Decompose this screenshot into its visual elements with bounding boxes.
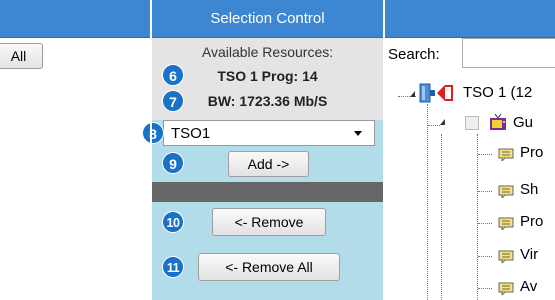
tree-checkbox[interactable] — [465, 116, 479, 130]
tree-connector — [478, 256, 492, 257]
tree-connector — [441, 134, 442, 300]
tree-item-label[interactable]: Vir — [520, 246, 538, 263]
tree-item-label[interactable]: Pro — [520, 213, 543, 230]
tree-group-label[interactable]: Gu — [513, 114, 533, 131]
program-icon — [498, 217, 514, 230]
tree-item-label[interactable]: Sh — [520, 181, 538, 198]
program-icon — [498, 250, 514, 263]
tree-item-label[interactable]: Av — [520, 278, 537, 295]
program-icon — [498, 282, 514, 295]
column-separator — [383, 0, 385, 300]
tree-connector — [478, 154, 492, 155]
tso-prog-count: TSO 1 Prog: 14 — [217, 68, 318, 84]
badge-7: 7 — [162, 90, 184, 112]
tree-connector — [428, 125, 440, 126]
tree-root-label[interactable]: TSO 1 (12 — [463, 84, 532, 101]
tv-folder-icon — [490, 113, 506, 130]
header-right — [385, 0, 555, 38]
available-resources-label: Available Resources: — [201, 44, 334, 60]
remove-button[interactable]: <- Remove — [212, 208, 326, 236]
tso-select-value: TSO1 — [171, 125, 211, 142]
bandwidth-value: BW: 1723.36 Mb/S — [207, 93, 328, 109]
tso-select[interactable]: TSO1 — [163, 120, 375, 146]
badge-9: 9 — [162, 152, 184, 174]
tree-connector — [478, 288, 492, 289]
program-icon — [498, 185, 514, 198]
select-all-button[interactable]: All — [0, 43, 43, 69]
tree-connector — [478, 223, 492, 224]
tree-item-label[interactable]: Pro — [520, 144, 543, 161]
program-icon — [498, 148, 514, 161]
badge-10: 10 — [162, 211, 184, 233]
chevron-down-icon — [354, 131, 362, 136]
search-label: Search: — [388, 46, 440, 63]
search-input[interactable] — [462, 38, 555, 68]
badge-11: 11 — [162, 256, 184, 278]
badge-6: 6 — [162, 64, 184, 86]
add-button[interactable]: Add -> — [228, 151, 309, 177]
divider-band — [152, 182, 383, 202]
tso-stream-icon — [419, 83, 453, 103]
tree-connector — [427, 104, 428, 300]
badge-8: 8 — [142, 122, 164, 144]
remove-all-button[interactable]: <- Remove All — [198, 253, 340, 281]
column-separator — [150, 0, 152, 300]
expanded-arrow-icon[interactable] — [440, 119, 445, 125]
tree-connector — [477, 134, 478, 300]
header-left — [0, 0, 150, 38]
selection-control-header: Selection Control — [152, 0, 383, 38]
tree-connector — [478, 191, 492, 192]
expanded-arrow-icon[interactable] — [410, 91, 415, 97]
